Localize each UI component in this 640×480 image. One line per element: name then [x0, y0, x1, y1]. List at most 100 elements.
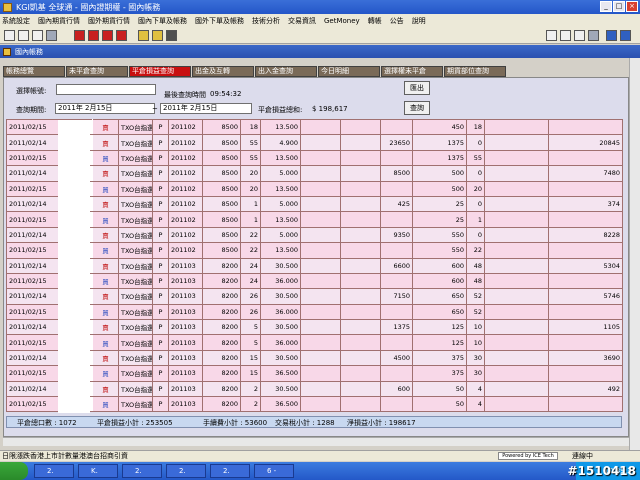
date-from-field[interactable]: 2011年 2月15日 — [55, 103, 155, 114]
cell-call-put: P — [152, 165, 169, 182]
cell-date: 2011/02/14 — [6, 195, 59, 213]
table-row[interactable]: 2011/02/14 賣 TXO台指選 P 201102 8500 55 4.900 23650… — [6, 134, 623, 151]
cell-strike: 8500 — [202, 180, 241, 197]
cell-product: TXO台指選 — [118, 149, 153, 167]
order-icon[interactable] — [74, 30, 85, 41]
table-row[interactable]: 2011/02/14 賣 TXO台指選 P 201103 8200 2 30.500 600 50… — [6, 380, 623, 398]
tab-open-positions[interactable]: 未平倉查詢 — [66, 66, 128, 77]
layout-icon[interactable] — [574, 30, 585, 41]
table-row[interactable]: 2011/02/15 買 TXO台指選 P 201103 8200 15 36.500 375 3… — [6, 365, 623, 382]
taskbar-item[interactable]: K. — [78, 464, 118, 478]
menu-foreign-quotes[interactable]: 國外期貨行情 — [88, 16, 130, 26]
window-title: KGI凱基 全球通 - 國內證期權 - 國內帳務 — [16, 2, 161, 12]
table-row[interactable]: 2011/02/15 買 TXO台指選 P 201103 8200 2 36.500 50 4 — [6, 396, 623, 413]
cell-call-put: P — [152, 149, 169, 167]
cell-product: TXO台指選 — [118, 226, 153, 244]
cell-net-pl — [548, 118, 623, 136]
table-row[interactable]: 2011/02/15 買 TXO台指選 P 201102 8500 1 13.500 25 1 — [6, 211, 623, 228]
cell-buy-sell: 賣 — [92, 380, 119, 398]
menu-getmoney[interactable]: GetMoney — [324, 17, 360, 25]
cell-net-pl: 20845 — [548, 134, 623, 151]
maximize-button[interactable]: □ — [613, 1, 625, 12]
table-row[interactable]: 2011/02/15 買 TXO台指選 P 201103 8200 24 36.000 600 4… — [6, 272, 623, 290]
layout-icon[interactable] — [560, 30, 571, 41]
table-row[interactable]: 2011/02/14 賣 TXO台指選 P 201102 8500 22 5.000 9350 5… — [6, 226, 623, 244]
tab-option-open[interactable]: 選擇權未平倉 — [381, 66, 443, 77]
table-row[interactable]: 2011/02/14 賣 TXO台指選 P 201102 8500 20 5.000 8500 5… — [6, 165, 623, 182]
cell-price: 36.500 — [260, 365, 301, 382]
minimize-button[interactable]: _ — [600, 1, 612, 12]
folder-icon[interactable] — [152, 30, 163, 41]
taskbar-item[interactable]: 2. — [122, 464, 162, 478]
menu-transfer[interactable]: 轉帳 — [368, 16, 382, 26]
menu-foreign-order[interactable]: 國外下單及帳務 — [195, 16, 244, 26]
export-button[interactable]: 匯出 — [404, 81, 430, 95]
closed-pl-table: 2011/02/15 賣 TXO台指選 P 201102 8500 18 13.500 450 1… — [6, 118, 623, 413]
layout-icon[interactable] — [620, 30, 631, 41]
account-select[interactable] — [56, 84, 156, 95]
menu-notice[interactable]: 公告 — [390, 16, 404, 26]
layout-icon[interactable] — [588, 30, 599, 41]
cell-call-put: P — [152, 288, 169, 305]
tool-icon[interactable] — [166, 30, 177, 41]
close-button[interactable]: × — [626, 1, 638, 12]
cell-month: 201102 — [168, 134, 203, 151]
taskbar-item[interactable]: 6 - — [254, 464, 294, 478]
layout-icon[interactable] — [606, 30, 617, 41]
order-icon[interactable] — [102, 30, 113, 41]
window-icon[interactable] — [32, 30, 43, 41]
cell-empty — [300, 195, 341, 213]
cell-empty — [340, 380, 381, 398]
table-row[interactable]: 2011/02/15 買 TXO台指選 P 201102 8500 55 13.500 1375… — [6, 149, 623, 167]
cell-strike: 8500 — [202, 195, 241, 213]
table-row[interactable]: 2011/02/15 買 TXO台指選 P 201103 8200 5 36.000 125 10 — [6, 334, 623, 351]
taskbar-item[interactable]: 2. — [34, 464, 74, 478]
menu-help[interactable]: 說明 — [412, 16, 426, 26]
taskbar-item[interactable]: 2. — [166, 464, 206, 478]
cell-date: 2011/02/14 — [6, 288, 59, 305]
tab-today-detail[interactable]: 今日明細 — [318, 66, 380, 77]
cell-qty: 1 — [240, 211, 261, 228]
menu-system[interactable]: 系統設定 — [2, 16, 30, 26]
table-row[interactable]: 2011/02/14 賣 TXO台指選 P 201102 8500 1 5.000 425 25 0… — [6, 195, 623, 213]
cell-empty — [340, 118, 381, 136]
table-row[interactable]: 2011/02/14 賣 TXO台指選 P 201103 8200 15 30.500 4500… — [6, 349, 623, 367]
cell-open-qty: 125 — [412, 334, 467, 351]
tab-closed-pl[interactable]: 平倉損益查詢 — [129, 66, 191, 77]
layout-icon[interactable] — [546, 30, 557, 41]
folder-icon[interactable] — [138, 30, 149, 41]
query-button[interactable]: 查詢 — [404, 101, 430, 115]
table-row[interactable]: 2011/02/15 買 TXO台指選 P 201102 8500 22 13.500 550 2… — [6, 242, 623, 259]
cell-buy-sell: 買 — [92, 365, 119, 382]
tab-overview[interactable]: 帳務總覽 — [3, 66, 65, 77]
table-row[interactable]: 2011/02/14 賣 TXO台指選 P 201103 8200 5 30.500 1375 1… — [6, 319, 623, 336]
table-row[interactable]: 2011/02/14 賣 TXO台指選 P 201103 8200 26 30.500 7150… — [6, 288, 623, 305]
order-icon[interactable] — [88, 30, 99, 41]
menu-domestic-order[interactable]: 國內下單及帳務 — [138, 16, 187, 26]
cell-month: 201103 — [168, 349, 203, 367]
start-button[interactable] — [0, 462, 28, 480]
cell-month: 201103 — [168, 380, 203, 398]
chart-icon[interactable] — [46, 30, 57, 41]
table-row[interactable]: 2011/02/15 賣 TXO台指選 P 201102 8500 18 13.500 450 1… — [6, 118, 623, 136]
cell-open-qty: 25 — [412, 195, 467, 213]
taskbar-item[interactable]: 2. — [210, 464, 250, 478]
tab-deposit-query[interactable]: 出入金查詢 — [255, 66, 317, 77]
date-to-field[interactable]: 2011年 2月15日 — [160, 103, 252, 114]
window-icon[interactable] — [18, 30, 29, 41]
table-row[interactable]: 2011/02/15 買 TXO台指選 P 201102 8500 20 13.500 500 2… — [6, 180, 623, 197]
cell-call-put: P — [152, 365, 169, 382]
menu-domestic-quotes[interactable]: 國內期貨行情 — [38, 16, 80, 26]
table-row[interactable]: 2011/02/14 賣 TXO台指選 P 201103 8200 24 30.500 6600… — [6, 257, 623, 274]
table-row[interactable]: 2011/02/15 買 TXO台指選 P 201103 8200 26 36.000 650 5… — [6, 303, 623, 321]
cell-close-qty: 0 — [466, 134, 485, 151]
cell-price: 36.000 — [260, 272, 301, 290]
menu-technical[interactable]: 技術分析 — [252, 16, 280, 26]
menu-trade-info[interactable]: 交易資訊 — [288, 16, 316, 26]
order-icon[interactable] — [116, 30, 127, 41]
horizontal-scrollbar[interactable] — [3, 437, 629, 446]
window-icon[interactable] — [4, 30, 15, 41]
tab-futures-position[interactable]: 期貨部位查詢 — [444, 66, 506, 77]
tab-withdraw[interactable]: 出金及互轉 — [192, 66, 254, 77]
vertical-scrollbar[interactable] — [629, 58, 640, 450]
